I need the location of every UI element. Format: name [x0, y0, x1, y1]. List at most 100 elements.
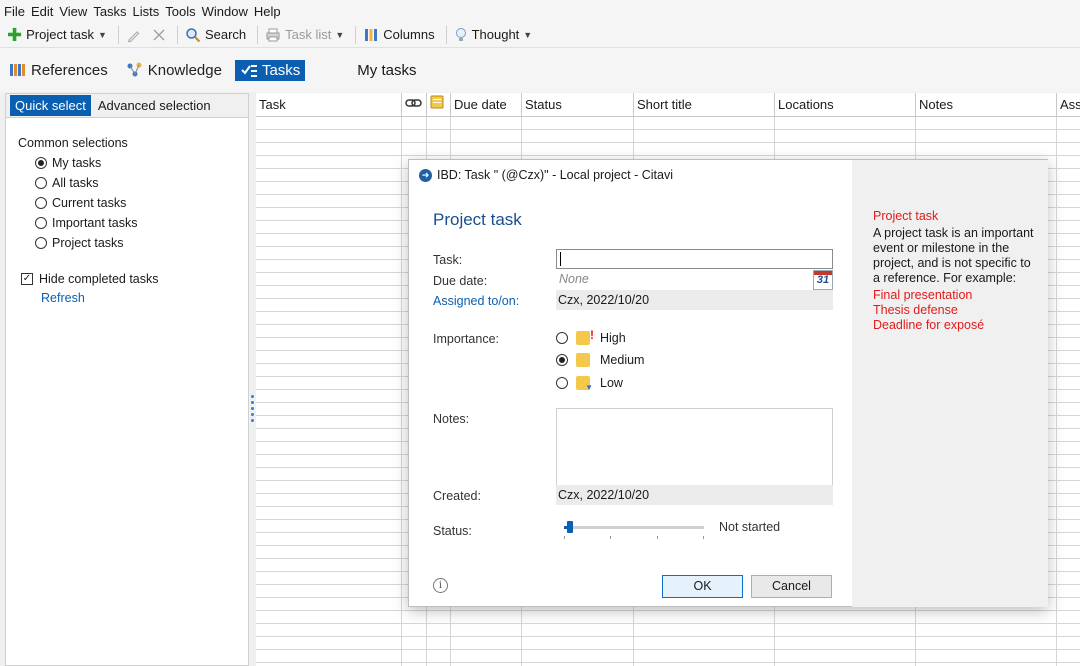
column-header-link[interactable] — [402, 93, 427, 117]
importance-low-icon — [576, 376, 593, 392]
column-header-assigned[interactable]: Ass — [1057, 93, 1080, 117]
citavi-icon: ➜ — [419, 168, 432, 182]
due-date-field[interactable]: None 31 — [556, 270, 833, 290]
edit-button[interactable] — [123, 24, 145, 46]
grid-header: Task Due date Status Short title Locatio… — [256, 93, 1080, 117]
delete-button[interactable] — [149, 24, 169, 46]
importance-low[interactable]: Low — [556, 376, 623, 392]
due-date-label: Due date: — [433, 274, 488, 288]
menu-tools[interactable]: Tools — [165, 4, 195, 19]
thought-button[interactable]: Thought ▼ — [451, 24, 536, 46]
notes-textarea[interactable] — [556, 408, 833, 486]
selection-panel: Quick select Advanced selection Common s… — [5, 93, 249, 666]
radio-important-tasks[interactable]: Important tasks — [35, 215, 248, 230]
radio-button[interactable] — [556, 377, 568, 389]
task-list-label: Task list — [285, 27, 332, 42]
side-example: Final presentation — [873, 288, 973, 302]
link-icon — [405, 99, 422, 107]
info-icon[interactable]: i — [433, 578, 448, 593]
toolbar-separator — [176, 25, 178, 44]
grid-column-divider — [1056, 117, 1057, 666]
slider-tick — [657, 536, 658, 539]
radio-label: Project tasks — [52, 235, 124, 250]
radio-my-tasks[interactable]: My tasks — [35, 155, 248, 170]
project-task-label: Project task — [26, 27, 95, 42]
radio-button[interactable] — [35, 176, 47, 189]
radio-button[interactable] — [35, 236, 47, 249]
assigned-link[interactable]: Assigned to/on: — [433, 294, 519, 308]
dialog-title: IBD: Task " (@Czx)" - Local project - Ci… — [437, 168, 673, 182]
common-selections-heading: Common selections — [18, 136, 128, 150]
assigned-value: Czx, 2022/10/20 — [556, 290, 833, 310]
status-value: Not started — [719, 520, 781, 534]
calendar-icon[interactable]: 31 — [813, 270, 833, 290]
project-task-button[interactable]: ✚ Project task ▼ — [4, 24, 110, 46]
due-date-placeholder: None — [559, 272, 589, 286]
lightbulb-icon — [455, 27, 466, 41]
status-label: Status: — [433, 524, 472, 538]
refresh-link[interactable]: Refresh — [41, 291, 248, 305]
side-title: Project task — [873, 209, 939, 223]
search-button[interactable]: Search — [182, 24, 249, 46]
column-header-short-title[interactable]: Short title — [634, 93, 775, 117]
tab-quick-select[interactable]: Quick select — [10, 95, 91, 116]
importance-high[interactable]: High — [556, 328, 626, 345]
slider-tick — [564, 536, 565, 539]
dialog-heading: Project task — [433, 210, 522, 229]
columns-icon — [365, 28, 378, 41]
panel-splitter[interactable] — [251, 395, 255, 431]
menu-help[interactable]: Help — [254, 4, 281, 19]
radio-button[interactable] — [35, 216, 47, 229]
radio-button[interactable] — [556, 354, 568, 366]
cancel-button[interactable]: Cancel — [751, 575, 832, 598]
text-cursor — [560, 252, 561, 266]
toolbar: ✚ Project task ▼ Search Task list ▼ Colu… — [0, 22, 1080, 48]
status-slider-thumb[interactable] — [567, 521, 573, 533]
importance-high-label: High — [600, 331, 626, 345]
close-icon — [153, 29, 165, 40]
radio-current-tasks[interactable]: Current tasks — [35, 195, 248, 210]
tab-advanced-selection[interactable]: Advanced selection — [93, 95, 216, 116]
hide-completed-toggle[interactable]: ✓ Hide completed tasks — [21, 272, 248, 286]
menu-view[interactable]: View — [59, 4, 87, 19]
radio-all-tasks[interactable]: All tasks — [35, 175, 248, 190]
thought-label: Thought — [471, 27, 520, 42]
task-input[interactable] — [556, 249, 833, 269]
toolbar-separator — [117, 25, 119, 44]
radio-button[interactable] — [556, 332, 568, 344]
toolbar-separator — [355, 25, 357, 44]
menu-edit[interactable]: Edit — [31, 4, 53, 19]
task-list-button[interactable]: Task list ▼ — [262, 24, 347, 46]
slider-tick — [610, 536, 611, 539]
status-slider[interactable] — [564, 521, 704, 533]
column-header-importance[interactable] — [427, 93, 451, 117]
radio-button[interactable] — [35, 196, 47, 209]
radio-project-tasks[interactable]: Project tasks — [35, 235, 248, 250]
help-side-panel: Project task A project task is an import… — [852, 160, 1048, 607]
toolbar-separator — [257, 25, 259, 44]
dialog-title-bar[interactable]: ➜ IBD: Task " (@Czx)" - Local project - … — [409, 160, 852, 190]
column-header-notes[interactable]: Notes — [916, 93, 1057, 117]
tab-knowledge[interactable]: Knowledge — [121, 60, 227, 81]
radio-button[interactable] — [35, 156, 47, 169]
menu-file[interactable]: File — [4, 4, 25, 19]
column-header-status[interactable]: Status — [522, 93, 634, 117]
importance-high-icon — [576, 328, 594, 345]
tab-tasks[interactable]: Tasks — [234, 59, 306, 81]
tab-references[interactable]: References — [4, 60, 113, 81]
column-header-locations[interactable]: Locations — [775, 93, 916, 117]
side-example: Deadline for exposé — [873, 318, 985, 332]
pencil-icon — [127, 30, 140, 42]
ok-button[interactable]: OK — [662, 575, 743, 598]
importance-medium[interactable]: Medium — [556, 353, 644, 367]
columns-button[interactable]: Columns — [360, 24, 437, 46]
importance-medium-label: Medium — [600, 353, 645, 367]
menu-tasks[interactable]: Tasks — [93, 4, 126, 19]
slider-tick — [703, 536, 704, 539]
checkbox[interactable]: ✓ — [21, 273, 33, 285]
column-header-due-date[interactable]: Due date — [451, 93, 522, 117]
menu-window[interactable]: Window — [202, 4, 248, 19]
toolbar-separator — [445, 25, 447, 44]
menu-lists[interactable]: Lists — [133, 4, 160, 19]
column-header-task[interactable]: Task — [256, 93, 402, 117]
